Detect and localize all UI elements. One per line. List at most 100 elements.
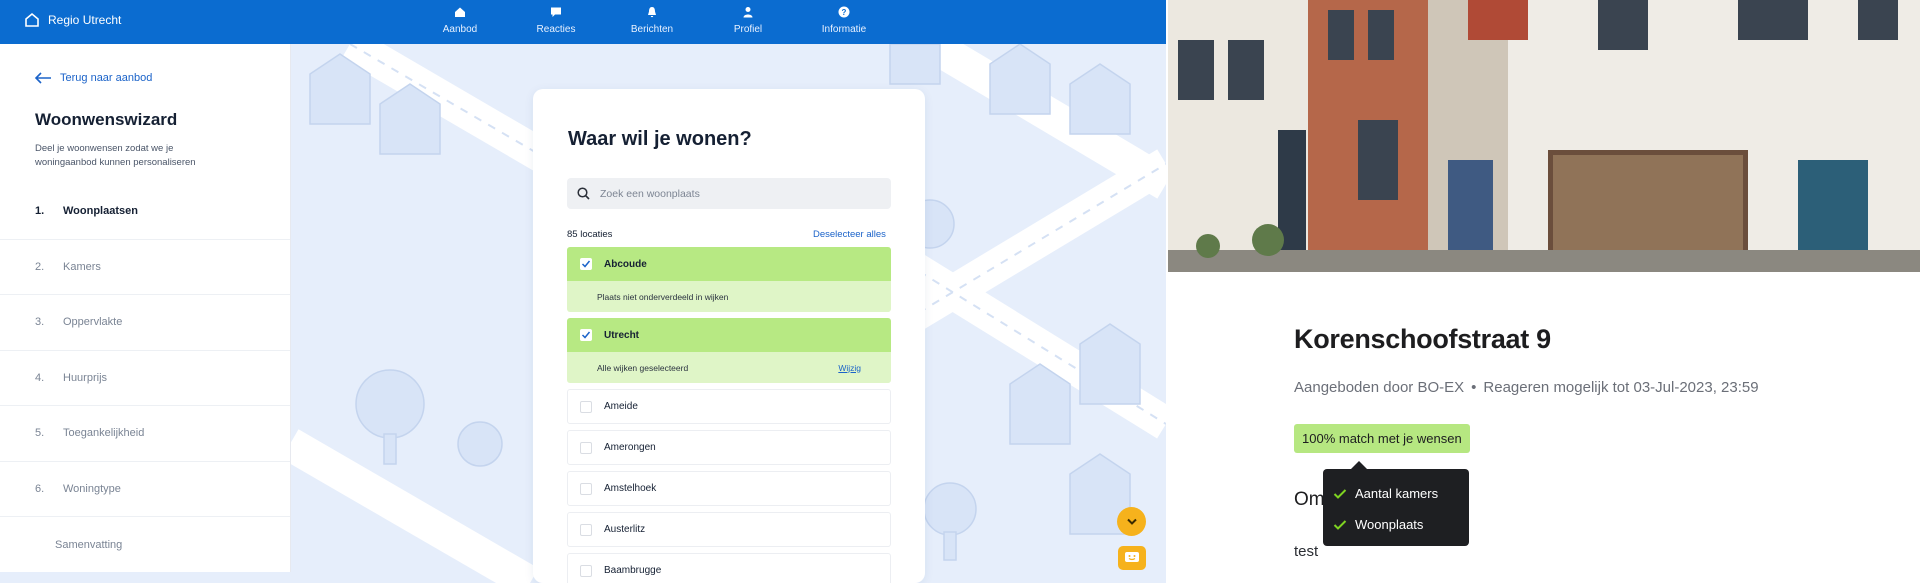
- reaction-deadline: Reageren mogelijk tot 03-Jul-2023, 23:59: [1483, 379, 1759, 396]
- step-oppervlakte[interactable]: 3. Oppervlakte: [0, 295, 290, 351]
- location-list: Abcoude Plaats niet onderverdeeld in wij…: [567, 247, 891, 583]
- location-item[interactable]: Ameide: [567, 389, 891, 424]
- checkbox[interactable]: [580, 482, 592, 495]
- section-heading: Om: [1294, 489, 1325, 510]
- location-item[interactable]: Baambrugge: [567, 553, 891, 583]
- edit-districts-link[interactable]: Wijzig: [838, 363, 861, 373]
- nav-label: Berichten: [630, 24, 674, 35]
- step-kamers[interactable]: 2. Kamers: [0, 240, 290, 295]
- note-text: Plaats niet onderverdeeld in wijken: [597, 291, 729, 302]
- location-item[interactable]: Austerlitz: [567, 512, 891, 547]
- location-name: Amstelhoek: [604, 483, 657, 494]
- deselect-all-link[interactable]: Deselecteer alles: [813, 229, 886, 240]
- step-label: Kamers: [63, 260, 101, 273]
- step-label: Woningtype: [63, 482, 121, 495]
- location-note: Alle wijken geselecteerd Wijzig: [567, 352, 891, 383]
- step-label: Oppervlakte: [63, 316, 123, 329]
- check-icon: [581, 331, 591, 339]
- chat-assistant-button[interactable]: [1118, 546, 1146, 570]
- wizard-subtitle: Deel je woonwensen zodat we je woningaan…: [35, 143, 196, 168]
- checkbox[interactable]: [580, 258, 592, 270]
- listing-detail: Korenschoofstraat 9 Aangeboden door BO-E…: [1168, 0, 1920, 583]
- step-number: 3.: [35, 316, 45, 329]
- svg-text:?: ?: [842, 8, 847, 17]
- description-text: test: [1294, 543, 1319, 560]
- checkbox[interactable]: [580, 400, 592, 413]
- wizard-title: Woonwenswizard: [35, 110, 178, 129]
- location-item-abcoude[interactable]: Abcoude: [567, 247, 891, 281]
- checkbox[interactable]: [580, 564, 592, 577]
- offered-by: Aangeboden door BO-EX: [1294, 379, 1465, 396]
- location-item[interactable]: Amerongen: [567, 430, 891, 465]
- check-icon: [1333, 519, 1347, 530]
- step-label: Woonplaatsen: [63, 205, 138, 218]
- brand[interactable]: Regio Utrecht: [24, 12, 121, 28]
- location-item[interactable]: Amstelhoek: [567, 471, 891, 506]
- nav-label: Aanbod: [442, 24, 478, 35]
- step-huurprijs[interactable]: 4. Huurprijs: [0, 351, 290, 406]
- back-label: Terug naar aanbod: [60, 72, 153, 84]
- location-name: Ameide: [604, 401, 638, 412]
- tooltip-label: Aantal kamers: [1355, 486, 1439, 501]
- back-to-listings-link[interactable]: Terug naar aanbod: [34, 72, 152, 84]
- wizard-app: Regio Utrecht Aanbod Reacties Berichten: [0, 0, 1166, 583]
- location-name: Utrecht: [604, 329, 640, 341]
- listing-title: Korenschoofstraat 9: [1294, 324, 1551, 354]
- step-number: 6.: [35, 482, 45, 495]
- user-icon: [743, 7, 753, 18]
- checkbox[interactable]: [580, 523, 592, 536]
- smiley-chat-icon: [1125, 552, 1139, 562]
- nav-label: Reacties: [536, 24, 576, 35]
- location-name: Abcoude: [604, 258, 647, 270]
- step-number: 1.: [35, 205, 45, 218]
- top-navigation-bar: Regio Utrecht Aanbod Reacties Berichten: [0, 0, 1166, 44]
- location-name: Amerongen: [604, 442, 656, 453]
- nav-label: Informatie: [821, 24, 867, 35]
- step-woningtype[interactable]: 6. Woningtype: [0, 462, 290, 517]
- location-item-utrecht[interactable]: Utrecht: [567, 318, 891, 352]
- match-tooltip: Aantal kamers Woonplaats: [1323, 461, 1469, 546]
- location-card: Waar wil je wonen? Zoek een woonplaats 8…: [533, 89, 925, 583]
- checkbox[interactable]: [580, 441, 592, 454]
- bell-icon: [648, 7, 656, 18]
- location-name: Baambrugge: [604, 565, 662, 576]
- step-number: 2.: [35, 260, 45, 273]
- nav-informatie[interactable]: ? Informatie: [796, 6, 892, 35]
- nav-aanbod[interactable]: Aanbod: [412, 6, 508, 35]
- checkbox[interactable]: [580, 329, 592, 341]
- scroll-down-button[interactable]: [1117, 507, 1146, 536]
- home-logo-icon: [25, 12, 39, 27]
- tooltip-row: Woonplaats: [1333, 509, 1469, 540]
- wizard-steps: 1. Woonplaatsen 2. Kamers 3. Oppervlakte…: [0, 184, 290, 573]
- nav-berichten[interactable]: Berichten: [604, 6, 700, 35]
- card-title: Waar wil je wonen?: [568, 128, 752, 150]
- house-photo: [1168, 0, 1920, 272]
- match-badge[interactable]: 100% match met je wensen: [1294, 424, 1470, 453]
- nav-label: Profiel: [733, 24, 763, 35]
- step-woonplaatsen[interactable]: 1. Woonplaatsen: [0, 184, 290, 240]
- brand-name: Regio Utrecht: [48, 13, 122, 27]
- arrow-left-icon: [34, 72, 51, 84]
- note-text: Alle wijken geselecteerd: [597, 362, 689, 373]
- check-icon: [581, 260, 591, 268]
- listing-meta: Aangeboden door BO-EX • Reageren mogelij…: [1294, 379, 1759, 396]
- step-number: 4.: [35, 371, 45, 384]
- main-nav: Aanbod Reacties Berichten Profiel ? Info…: [412, 6, 892, 35]
- step-toegankelijkheid[interactable]: 5. Toegankelijkheid: [0, 406, 290, 462]
- step-samenvatting[interactable]: Samenvatting: [0, 517, 290, 573]
- search-input[interactable]: Zoek een woonplaats: [567, 178, 891, 209]
- location-note: Plaats niet onderverdeeld in wijken: [567, 281, 891, 312]
- home-icon: [455, 7, 465, 17]
- step-label: Huurprijs: [63, 371, 108, 384]
- check-icon: [1333, 488, 1347, 499]
- tooltip-row: Aantal kamers: [1333, 478, 1469, 509]
- wizard-sidebar: Terug naar aanbod Woonwenswizard Deel je…: [0, 44, 290, 572]
- tooltip-label: Woonplaats: [1355, 517, 1424, 532]
- location-count: 85 locaties: [567, 229, 613, 240]
- step-label: Toegankelijkheid: [63, 427, 145, 440]
- location-name: Austerlitz: [604, 524, 646, 535]
- nav-reacties[interactable]: Reacties: [508, 6, 604, 35]
- search-placeholder: Zoek een woonplaats: [600, 187, 700, 200]
- nav-profiel[interactable]: Profiel: [700, 6, 796, 35]
- help-icon: ?: [838, 6, 850, 18]
